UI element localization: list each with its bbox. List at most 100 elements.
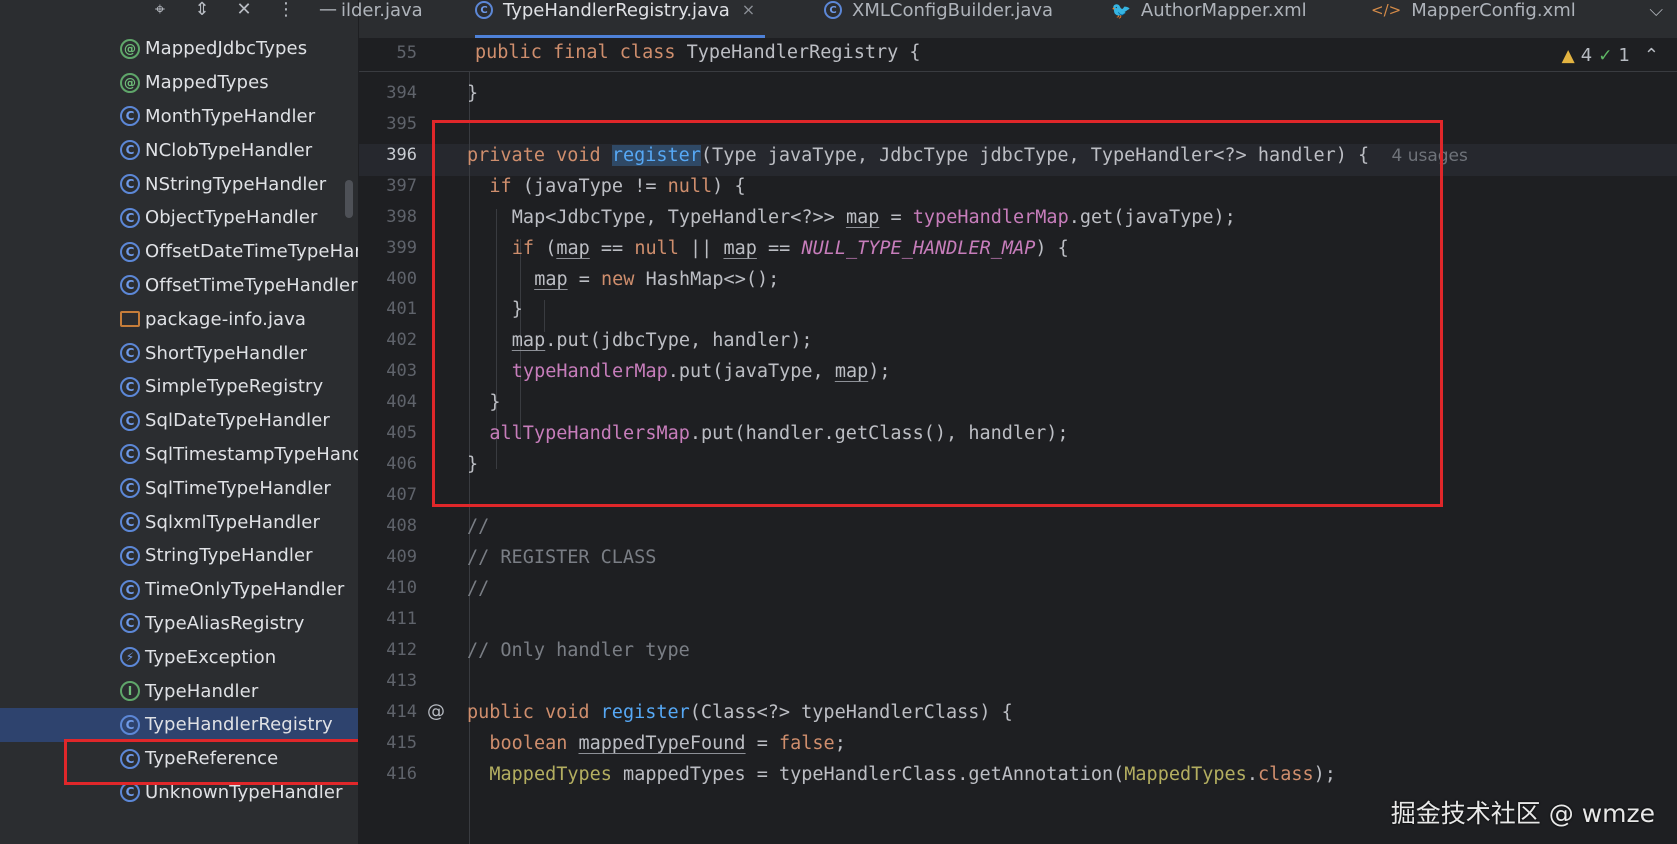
class-icon: C [120,140,140,161]
minimize-icon[interactable]: — [318,0,338,20]
tab-xmlconfigbuilder-java[interactable]: C XMLConfigBuilder.java [824,0,1053,38]
class-icon: C [120,714,140,735]
tree-item[interactable]: C OffsetTimeTypeHandler [0,269,358,303]
exception-icon: ⚡ [120,647,140,668]
implements-gutter-icon[interactable]: @ [427,701,447,722]
tree-item[interactable]: @ MappedJdbcTypes [0,32,358,66]
line-number: 410 [386,578,417,598]
tree-item-label: TypeHandler [145,680,259,702]
tab-label: TypeHandlerRegistry.java [503,0,730,21]
tree-item-label: ObjectTypeHandler [145,207,318,229]
tree-item-label: TypeHandlerRegistry [145,714,333,736]
highlight-box-tree [64,739,358,785]
sticky-class-header[interactable]: 55 public final class TypeHandlerRegistr… [359,39,1677,72]
line-number: 416 [386,764,417,784]
tree-item-label: SqlDateTypeHandler [145,410,330,432]
tree-item[interactable]: C MonthTypeHandler [0,100,358,134]
tree-item[interactable]: C TimeOnlyTypeHandler [0,573,358,607]
inspections-widget[interactable]: ▲ 4 ✓ 1 ⌃ [1562,45,1659,66]
code-line: public void register(Class<?> typeHandle… [467,702,1013,723]
tab-label: XMLConfigBuilder.java [852,0,1054,21]
tree-item[interactable]: @ MappedTypes [0,66,358,100]
line-number: 400 [386,269,417,289]
close-icon[interactable]: × [742,0,755,19]
class-icon: C [120,444,140,465]
tree-item-label: TypeAliasRegistry [145,612,305,634]
project-tree-list: @ MappedJdbcTypes @ MappedTypes C MonthTypeHa… [0,32,358,809]
tree-item-label: package-info.java [145,308,307,330]
tree-item[interactable]: C SqlDateTypeHandler [0,404,358,438]
tree-item[interactable]: C ObjectTypeHandler [0,201,358,235]
tree-item-label: StringTypeHandler [145,545,313,567]
line-number: 412 [386,640,417,660]
tab-typehandlerregistry-java[interactable]: C TypeHandlerRegistry.java × [475,0,766,38]
warning-count: 4 [1580,45,1593,66]
class-icon: C [120,241,140,262]
warning-icon: ▲ [1561,45,1575,66]
tree-item-label: TimeOnlyTypeHandler [145,579,345,601]
code-line: // Only handler type [467,640,690,661]
code-line: public final class TypeHandlerRegistry { [475,42,921,63]
line-number: 413 [386,671,417,691]
tree-item-label: OffsetTimeTypeHandler [145,274,358,296]
line-number: 408 [386,516,417,536]
tab-dropdown-icon[interactable]: ⌵ [1649,0,1663,21]
tree-item-label: SqlTimestampTypeHand [145,443,359,465]
tree-item[interactable]: C SqlxmlTypeHandler [0,505,358,539]
tree-item-label: TypeException [145,646,277,668]
tree-scrollbar[interactable] [345,180,353,218]
tree-item[interactable]: C SimpleTypeRegistry [0,370,358,404]
line-number: 409 [386,547,417,567]
expand-collapse-icon[interactable]: ⇕ [192,0,212,20]
annotation-icon: @ [120,38,140,59]
line-number: 396 [386,145,417,165]
tab-authormapper-xml[interactable]: 🐦 AuthorMapper.xml [1111,0,1307,38]
tree-item-label: MonthTypeHandler [145,105,316,127]
class-icon: C [120,376,140,397]
tree-item-label: OffsetDateTimeTypeHan [145,241,359,263]
line-number: 397 [386,176,417,196]
tree-item[interactable]: C NStringTypeHandler [0,167,358,201]
chevron-up-icon[interactable]: ⌃ [1644,45,1659,66]
class-icon: C [120,106,140,127]
class-icon: C [120,207,140,228]
code-line: } [467,83,479,104]
tree-item-label: MappedTypes [145,72,269,94]
tree-item[interactable]: C TypeAliasRegistry [0,607,358,641]
code-editor[interactable]: 55 public final class TypeHandlerRegistr… [359,39,1677,844]
tree-item[interactable]: ⚡ TypeException [0,640,358,674]
line-number: 411 [386,609,417,629]
tree-item[interactable]: C SqlTimestampTypeHand [0,438,358,472]
code-line: // [467,578,490,599]
line-number: 406 [386,454,417,474]
code-line: // REGISTER CLASS [467,547,657,568]
class-icon: C [120,275,140,296]
tree-item-label: UnknownTypeHandler [145,781,343,803]
tree-item[interactable]: C ShortTypeHandler [0,336,358,370]
line-number: 55 [396,43,417,63]
tree-item-label: SqlTimeTypeHandler [145,477,331,499]
tree-item[interactable]: C NClobTypeHandler [0,133,358,167]
tab-builder-java[interactable]: ilder.java [341,0,423,38]
tree-item[interactable]: C SqlTimeTypeHandler [0,471,358,505]
tree-item[interactable]: package-info.java [0,302,358,336]
target-icon[interactable]: ⌖ [150,0,170,20]
class-icon: C [120,512,140,533]
tab-mapperconfig-xml[interactable]: </> MapperConfig.xml [1371,0,1576,38]
tree-item[interactable]: C StringTypeHandler [0,539,358,573]
code-line: boolean mappedTypeFound = false; [489,733,846,754]
line-number: 414 [386,702,417,722]
more-icon[interactable]: ⋮ [276,0,296,20]
tree-item[interactable]: C OffsetDateTimeTypeHan [0,235,358,269]
class-icon: C [120,343,140,364]
collapse-all-icon[interactable]: ✕ [234,0,254,20]
tree-item-label: NClobTypeHandler [145,139,313,161]
highlight-box-code [432,120,1443,507]
tab-label: ilder.java [341,0,423,21]
tree-item[interactable]: I TypeHandler [0,674,358,708]
line-number: 398 [386,207,417,227]
tree-item[interactable]: C TypeHandlerRegistry [0,707,358,742]
class-icon: C [120,782,140,803]
line-number: 405 [386,423,417,443]
project-tree-panel: ⌖ ⇕ ✕ ⋮ — @ MappedJdbcTypes @ MappedTypes C M… [0,0,359,844]
